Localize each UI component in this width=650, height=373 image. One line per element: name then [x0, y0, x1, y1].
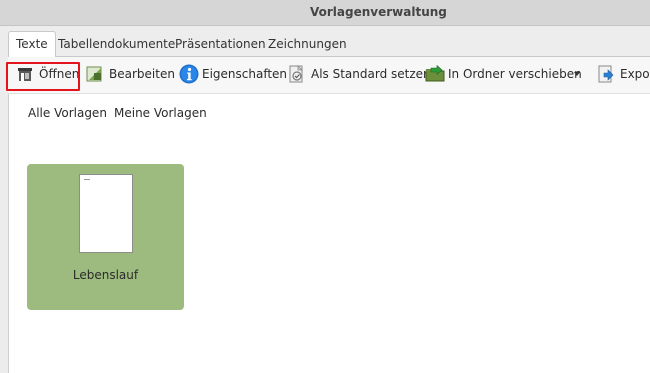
open-button-highlight: [6, 62, 80, 91]
tab-praesentationen[interactable]: Präsentationen: [168, 33, 273, 55]
export-icon: [597, 65, 615, 83]
move-to-folder-icon: [425, 64, 445, 83]
filter-all-templates[interactable]: Alle Vorlagen: [28, 106, 107, 120]
set-default-icon: [288, 65, 306, 83]
template-toolbar: Öffnen Bearbeiten Eigenschaften Als Stan…: [8, 57, 650, 94]
tab-tabellendokumente[interactable]: Tabellendokumente: [51, 33, 182, 55]
info-icon: [179, 64, 199, 84]
set-default-label: Als Standard setzen: [311, 67, 431, 81]
properties-label: Eigenschaften: [202, 67, 288, 81]
tab-texte[interactable]: Texte: [8, 31, 56, 57]
template-name: Lebenslauf: [72, 268, 139, 282]
tab-zeichnungen[interactable]: Zeichnungen: [261, 33, 354, 55]
template-item[interactable]: Lebenslauf: [27, 164, 184, 310]
edit-icon: [86, 65, 104, 83]
filter-my-templates[interactable]: Meine Vorlagen: [114, 106, 207, 120]
category-tab-bar: Texte Tabellendokumente Präsentationen Z…: [8, 26, 650, 57]
template-thumbnail: [79, 174, 133, 253]
window-title: Vorlagenverwaltung: [310, 5, 447, 19]
edit-label: Bearbeiten: [109, 67, 175, 81]
thumbnail-text-line: [84, 179, 90, 180]
move-to-folder-label: In Ordner verschieben: [448, 67, 582, 81]
dropdown-arrow-icon: [574, 72, 580, 76]
title-bar: Vorlagenverwaltung: [0, 0, 650, 26]
move-dropdown-button[interactable]: [574, 61, 584, 87]
export-label: Expor: [620, 67, 650, 81]
